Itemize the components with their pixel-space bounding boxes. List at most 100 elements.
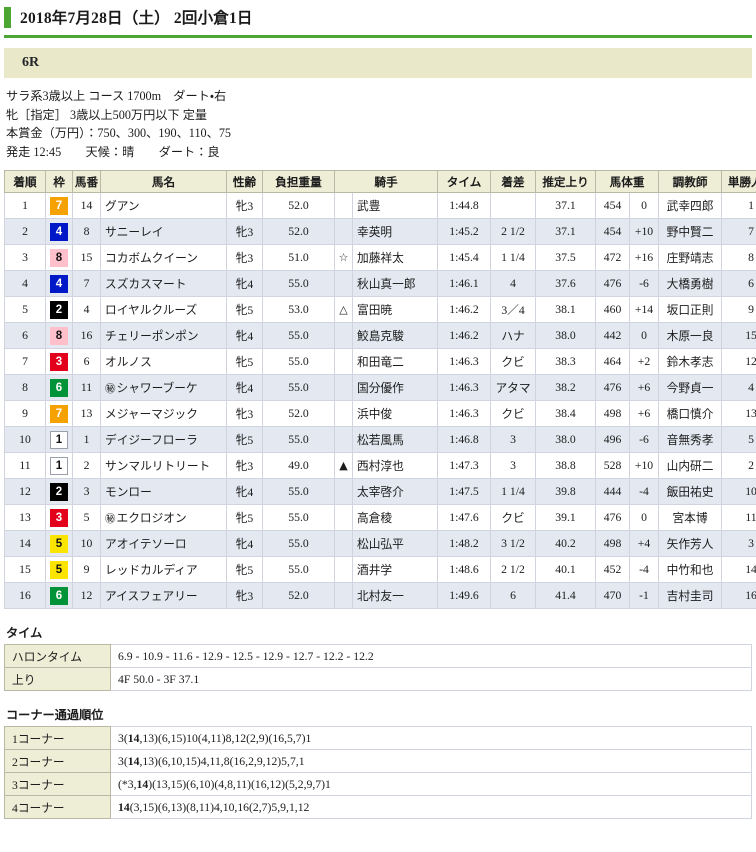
cell-last-3f: 38.0 <box>535 426 597 453</box>
cell-body-weight-diff: -6 <box>629 270 660 297</box>
cell-trainer-name[interactable]: 音無秀孝 <box>658 426 723 453</box>
cell-popularity: 10 <box>721 478 756 505</box>
cell-jockey-name[interactable]: 酒井学 <box>351 556 439 583</box>
cell-horse-name[interactable]: ロイヤルクルーズ <box>100 296 227 323</box>
cell-margin: クビ <box>490 504 537 531</box>
cell-rank: 13 <box>4 504 46 531</box>
cell-horse-name[interactable]: ㊙シャワーブーケ <box>100 374 227 401</box>
horse-name-label: アオイテソーロ <box>105 538 187 551</box>
cell-trainer-name[interactable]: 野中賢二 <box>658 218 723 245</box>
cell-carried-weight: 52.0 <box>262 582 335 609</box>
cell-jockey-name[interactable]: 幸英明 <box>351 218 439 245</box>
cell-horse-name[interactable]: コカボムクイーン <box>100 244 227 271</box>
cell-horse-no: 14 <box>72 192 101 219</box>
bracket-chip: 1 <box>50 456 68 475</box>
cell-trainer-name[interactable]: 今野貞一 <box>658 374 723 401</box>
cell-margin: 2 1/2 <box>490 556 537 583</box>
cell-jockey-name[interactable]: 鮫島克駿 <box>351 322 439 349</box>
cell-jockey-mark <box>334 374 353 401</box>
cell-horse-name[interactable]: アオイテソーロ <box>100 530 227 557</box>
cell-jockey-name[interactable]: 浜中俊 <box>351 400 439 427</box>
cell-jockey-name[interactable]: 北村友一 <box>351 582 439 609</box>
cell-trainer-name[interactable]: 木原一良 <box>658 322 723 349</box>
cell-horse-name[interactable]: サンマルリトリート <box>100 452 227 479</box>
title-accent-bar <box>4 6 11 28</box>
cell-jockey-name[interactable]: 富田暁 <box>351 296 439 323</box>
cell-trainer-name[interactable]: 大橋勇樹 <box>658 270 723 297</box>
cell-time: 1:46.8 <box>437 426 492 453</box>
cell-body-weight-diff: +6 <box>629 374 660 401</box>
cell-horse-name[interactable]: チェリーポンポン <box>100 322 227 349</box>
bracket-chip: 6 <box>50 378 68 397</box>
col-trainer: 調教師 <box>658 170 723 193</box>
cell-trainer-name[interactable]: 飯田祐史 <box>658 478 723 505</box>
bracket-chip: 4 <box>50 274 68 293</box>
cell-jockey-name[interactable]: 西村淳也 <box>351 452 439 479</box>
cell-popularity: 14 <box>721 556 756 583</box>
cell-trainer-name[interactable]: 橋口慎介 <box>658 400 723 427</box>
cell-sex-age: 牝5 <box>226 296 263 323</box>
cell-trainer-name[interactable]: 中竹和也 <box>658 556 723 583</box>
cell-horse-name[interactable]: メジャーマジック <box>100 400 227 427</box>
cell-sex-age: 牝4 <box>226 270 263 297</box>
cell-sex-age: 牝3 <box>226 582 263 609</box>
time-section-title: タイム <box>6 626 43 640</box>
cell-trainer-name[interactable]: 武幸四郎 <box>658 192 723 219</box>
cell-bracket: 5 <box>45 556 73 583</box>
cell-trainer-name[interactable]: 宮本博 <box>658 504 723 531</box>
cell-trainer-name[interactable]: 庄野靖志 <box>658 244 723 271</box>
cell-horse-name[interactable]: ㊙エクロジオン <box>100 504 227 531</box>
cell-trainer-name[interactable]: 鈴木孝志 <box>658 348 723 375</box>
table-row: 1 7 14 グアン 牝3 52.0 武豊 1:44.8 37.1 454 0 武幸四郎 1 <box>4 192 756 219</box>
bracket-chip: 4 <box>50 222 68 241</box>
cell-horse-name[interactable]: グアン <box>100 192 227 219</box>
cell-carried-weight: 55.0 <box>262 426 335 453</box>
cell-time: 1:48.6 <box>437 556 492 583</box>
cell-jockey-name[interactable]: 加藤祥太 <box>351 244 439 271</box>
cell-horse-name[interactable]: アイスフェアリー <box>100 582 227 609</box>
cell-jockey-mark <box>334 582 353 609</box>
table-row: 5 2 4 ロイヤルクルーズ 牝5 53.0 △ 富田暁 1:46.2 3／4 38.1 460 +14… <box>4 296 756 323</box>
cell-jockey-mark <box>334 530 353 557</box>
cell-jockey-name[interactable]: 和田竜二 <box>351 348 439 375</box>
cell-bracket: 3 <box>45 504 73 531</box>
cell-horse-no: 6 <box>72 348 101 375</box>
cell-trainer-name[interactable]: 坂口正則 <box>658 296 723 323</box>
cell-popularity: 2 <box>721 452 756 479</box>
cell-bracket: 4 <box>45 270 73 297</box>
cell-body-weight-diff: -4 <box>629 556 660 583</box>
cell-last-3f: 38.8 <box>535 452 597 479</box>
cell-jockey-name[interactable]: 太宰啓介 <box>351 478 439 505</box>
cell-jockey-name[interactable]: 秋山真一郎 <box>351 270 439 297</box>
cell-margin: クビ <box>490 400 537 427</box>
cell-margin: 4 <box>490 270 537 297</box>
horse-name-label: スズカスマート <box>105 278 187 291</box>
cell-jockey-name[interactable]: 松山弘平 <box>351 530 439 557</box>
cell-body-weight-diff: 0 <box>629 504 660 531</box>
cell-jockey-mark <box>334 504 353 531</box>
cell-horse-name[interactable]: オルノス <box>100 348 227 375</box>
cell-horse-name[interactable]: モンロー <box>100 478 227 505</box>
cell-jockey-name[interactable]: 武豊 <box>351 192 439 219</box>
cell-trainer-name[interactable]: 矢作芳人 <box>658 530 723 557</box>
cell-sex-age: 牝3 <box>226 244 263 271</box>
cell-body-weight: 452 <box>595 556 631 583</box>
cell-jockey-name[interactable]: 国分優作 <box>351 374 439 401</box>
cell-popularity: 9 <box>721 296 756 323</box>
cell-jockey-name[interactable]: 高倉稜 <box>351 504 439 531</box>
cell-horse-no: 16 <box>72 322 101 349</box>
cell-horse-name[interactable]: レッドカルディア <box>100 556 227 583</box>
cell-trainer-name[interactable]: 吉村圭司 <box>658 582 723 609</box>
cell-trainer-name[interactable]: 山内研二 <box>658 452 723 479</box>
horse-name-label: ロイヤルクルーズ <box>105 304 198 317</box>
cell-horse-name[interactable]: デイジーフローラ <box>100 426 227 453</box>
cell-horse-no: 8 <box>72 218 101 245</box>
bracket-chip: 8 <box>50 248 68 267</box>
cell-popularity: 13 <box>721 400 756 427</box>
apprentice-allowance-icon: ▲ <box>339 459 348 472</box>
cell-body-weight: 454 <box>595 218 631 245</box>
cell-horse-name[interactable]: スズカスマート <box>100 270 227 297</box>
cell-margin: 6 <box>490 582 537 609</box>
cell-jockey-name[interactable]: 松若風馬 <box>351 426 439 453</box>
cell-horse-name[interactable]: サニーレイ <box>100 218 227 245</box>
